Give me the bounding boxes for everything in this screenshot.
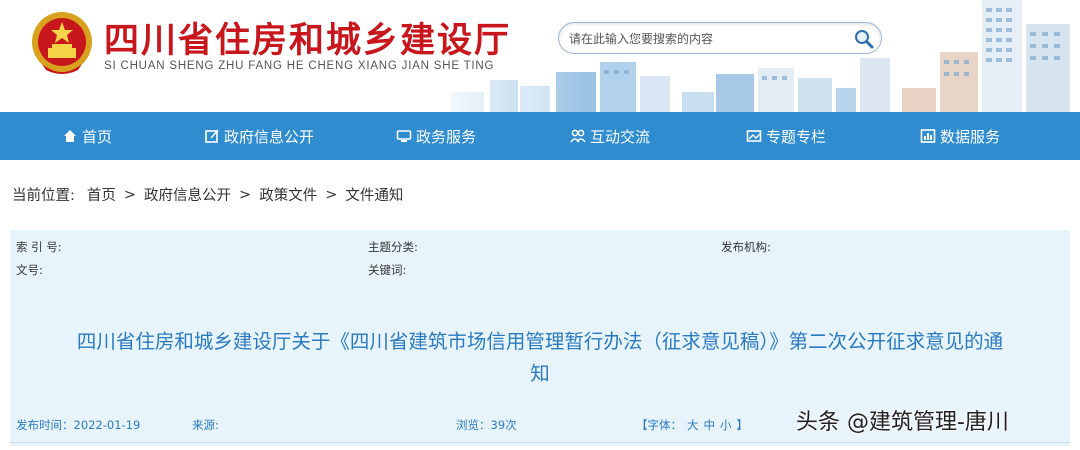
source-label: 来源: xyxy=(192,418,219,432)
image-icon xyxy=(746,130,762,142)
publisher-label: 发布机构: xyxy=(721,240,771,254)
keywords-label: 关键词: xyxy=(368,263,407,277)
font-size-medium-button[interactable]: 中 xyxy=(704,417,716,433)
search-box xyxy=(558,22,882,54)
nav-item-label: 政务服务 xyxy=(416,127,477,146)
chart-icon xyxy=(920,129,936,143)
nav-item-label: 互动交流 xyxy=(590,127,651,146)
home-icon xyxy=(64,130,76,142)
city-skyline-banner xyxy=(420,0,1080,112)
breadcrumb-separator: > xyxy=(123,186,137,203)
divider xyxy=(10,442,1070,443)
nav-item-data-services[interactable]: 数据服务 xyxy=(920,112,1000,160)
nav-item-label: 专题专栏 xyxy=(766,127,827,146)
national-emblem-icon xyxy=(32,12,92,74)
topic-category-label: 主题分类: xyxy=(368,240,418,254)
site-subtitle: SI CHUAN SHENG ZHU FANG HE CHENG XIANG J… xyxy=(104,60,495,72)
breadcrumb: 当前位置: 首页 > 政府信息公开 > 政策文件 > 文件通知 xyxy=(12,184,407,205)
nav-item-label: 首页 xyxy=(82,127,113,146)
font-size-close-bracket: 】 xyxy=(736,418,749,432)
view-count: 浏览：39次 xyxy=(456,418,517,432)
nav-item-label: 政府信息公开 xyxy=(224,127,315,146)
font-size-controls: 【字体： 大 中 小 】 xyxy=(636,417,748,433)
breadcrumb-separator: > xyxy=(325,186,338,203)
nav-item-interaction[interactable]: 互动交流 xyxy=(570,112,650,160)
font-size-large-button[interactable]: 大 xyxy=(687,417,699,433)
site-title: 四川省住房和城乡建设厅 xyxy=(104,20,512,61)
breadcrumb-home[interactable]: 首页 xyxy=(87,184,116,205)
breadcrumb-policy-docs[interactable]: 政策文件 xyxy=(259,184,317,205)
main-nav: 首页 政府信息公开 政务服务 互动交流 专题专栏 数据服务 xyxy=(0,112,1080,160)
search-icon[interactable] xyxy=(853,28,875,50)
site-header: 四川省住房和城乡建设厅 SI CHUAN SHENG ZHU FANG HE C… xyxy=(0,0,1080,112)
nav-item-home[interactable]: 首页 xyxy=(62,112,112,160)
edit-icon xyxy=(205,129,219,143)
nav-item-gov-info[interactable]: 政府信息公开 xyxy=(204,112,314,160)
monitor-icon xyxy=(396,130,412,142)
breadcrumb-notices[interactable]: 文件通知 xyxy=(345,184,403,205)
document-title-line: 四川省住房和城乡建设厅关于《四川省建筑市场信用管理暂行办法（征求意见稿）》第二次… xyxy=(76,330,1004,353)
nav-item-gov-services[interactable]: 政务服务 xyxy=(396,112,476,160)
document-title: 四川省住房和城乡建设厅关于《四川省建筑市场信用管理暂行办法（征求意见稿）》第二次… xyxy=(10,326,1070,390)
index-number-label: 索 引 号: xyxy=(16,240,62,254)
search-input[interactable] xyxy=(569,29,839,49)
publish-time: 发布时间：2022-01-19 xyxy=(16,418,141,432)
breadcrumb-gov-info[interactable]: 政府信息公开 xyxy=(144,184,231,205)
people-icon xyxy=(570,129,586,143)
document-number-label: 文号: xyxy=(16,263,43,277)
nav-item-special-topics[interactable]: 专题专栏 xyxy=(746,112,826,160)
font-size-small-button[interactable]: 小 xyxy=(720,417,732,433)
document-title-line: 知 xyxy=(530,362,550,385)
font-size-label: 【字体： xyxy=(636,418,682,432)
watermark-text: 头条 @建筑管理-唐川 xyxy=(796,410,1009,435)
breadcrumb-separator: > xyxy=(239,186,252,203)
breadcrumb-label: 当前位置: xyxy=(12,188,75,204)
nav-item-label: 数据服务 xyxy=(940,127,1001,146)
